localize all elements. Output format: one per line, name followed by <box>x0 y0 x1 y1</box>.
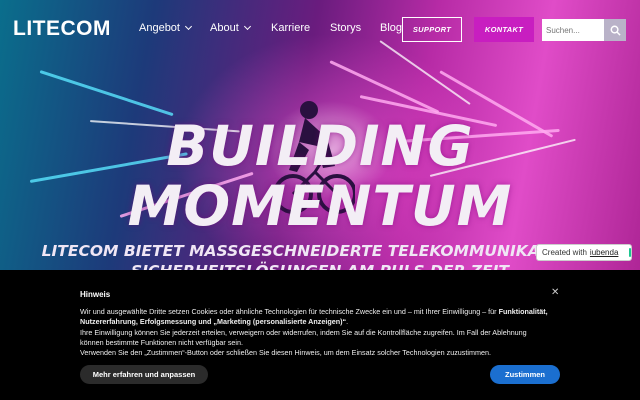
search-input[interactable] <box>542 19 604 41</box>
cookie-paragraph-2: Ihre Einwilligung können Sie jederzeit e… <box>80 327 527 347</box>
cookie-paragraph-1: Wir und ausgewählte Dritte setzen Cookie… <box>80 307 550 328</box>
cookie-text-start: Wir und ausgewählte Dritte setzen Cookie… <box>80 307 499 316</box>
nav-item-label: Blog <box>380 22 403 34</box>
litecom-logo[interactable]: LITECOM <box>13 17 111 47</box>
nav-item-label: Storys <box>330 22 362 34</box>
site-header: LITECOM Angebot About Karriere Storys Bl… <box>0 0 640 60</box>
hero-headline-line1: BUILDING <box>166 114 474 178</box>
nav-item-angebot[interactable]: Angebot <box>139 22 193 34</box>
nav-item-about[interactable]: About <box>210 22 251 34</box>
search-box <box>542 19 626 41</box>
iubenda-flag-icon <box>629 248 631 257</box>
nav-item-label: About <box>210 22 239 34</box>
search-icon <box>610 25 621 36</box>
nav-item-blog[interactable]: Blog <box>380 22 402 34</box>
cookie-paragraph-3: Verwenden Sie den „Zustimmen“-Button ode… <box>80 348 491 358</box>
hero-headline-line2: MOMENTUM <box>127 174 513 238</box>
cookie-banner-text: Wir und ausgewählte Dritte setzen Cookie… <box>80 307 550 358</box>
search-button[interactable] <box>604 19 626 41</box>
cookie-banner-title: Hinweis <box>80 290 111 299</box>
nav-item-label: Karriere <box>271 22 311 34</box>
chevron-down-icon <box>184 22 193 31</box>
close-icon[interactable]: ✕ <box>551 287 559 298</box>
light-streak <box>39 70 174 117</box>
nav-item-karriere[interactable]: Karriere <box>271 22 310 34</box>
cookie-text-end: . <box>346 317 349 327</box>
nav-item-label: Angebot <box>139 22 180 34</box>
kontakt-button[interactable]: KONTAKT <box>474 17 534 42</box>
iubenda-link[interactable]: iubenda <box>590 248 618 257</box>
support-button[interactable]: SUPPORT <box>402 17 462 42</box>
cookie-banner: Hinweis ✕ Wir und ausgewählte Dritte set… <box>0 270 640 400</box>
nav-item-storys[interactable]: Storys <box>330 22 361 34</box>
learn-more-button[interactable]: Mehr erfahren und anpassen <box>80 365 208 384</box>
accept-button[interactable]: Zustimmen <box>490 365 560 384</box>
iubenda-badge[interactable]: Created with iubenda <box>536 244 632 261</box>
chevron-down-icon <box>243 22 251 31</box>
iubenda-prefix: Created with <box>542 248 587 257</box>
litecom-logo-mark: LITECOM <box>13 17 111 40</box>
svg-text:LITECOM: LITECOM <box>13 17 109 40</box>
